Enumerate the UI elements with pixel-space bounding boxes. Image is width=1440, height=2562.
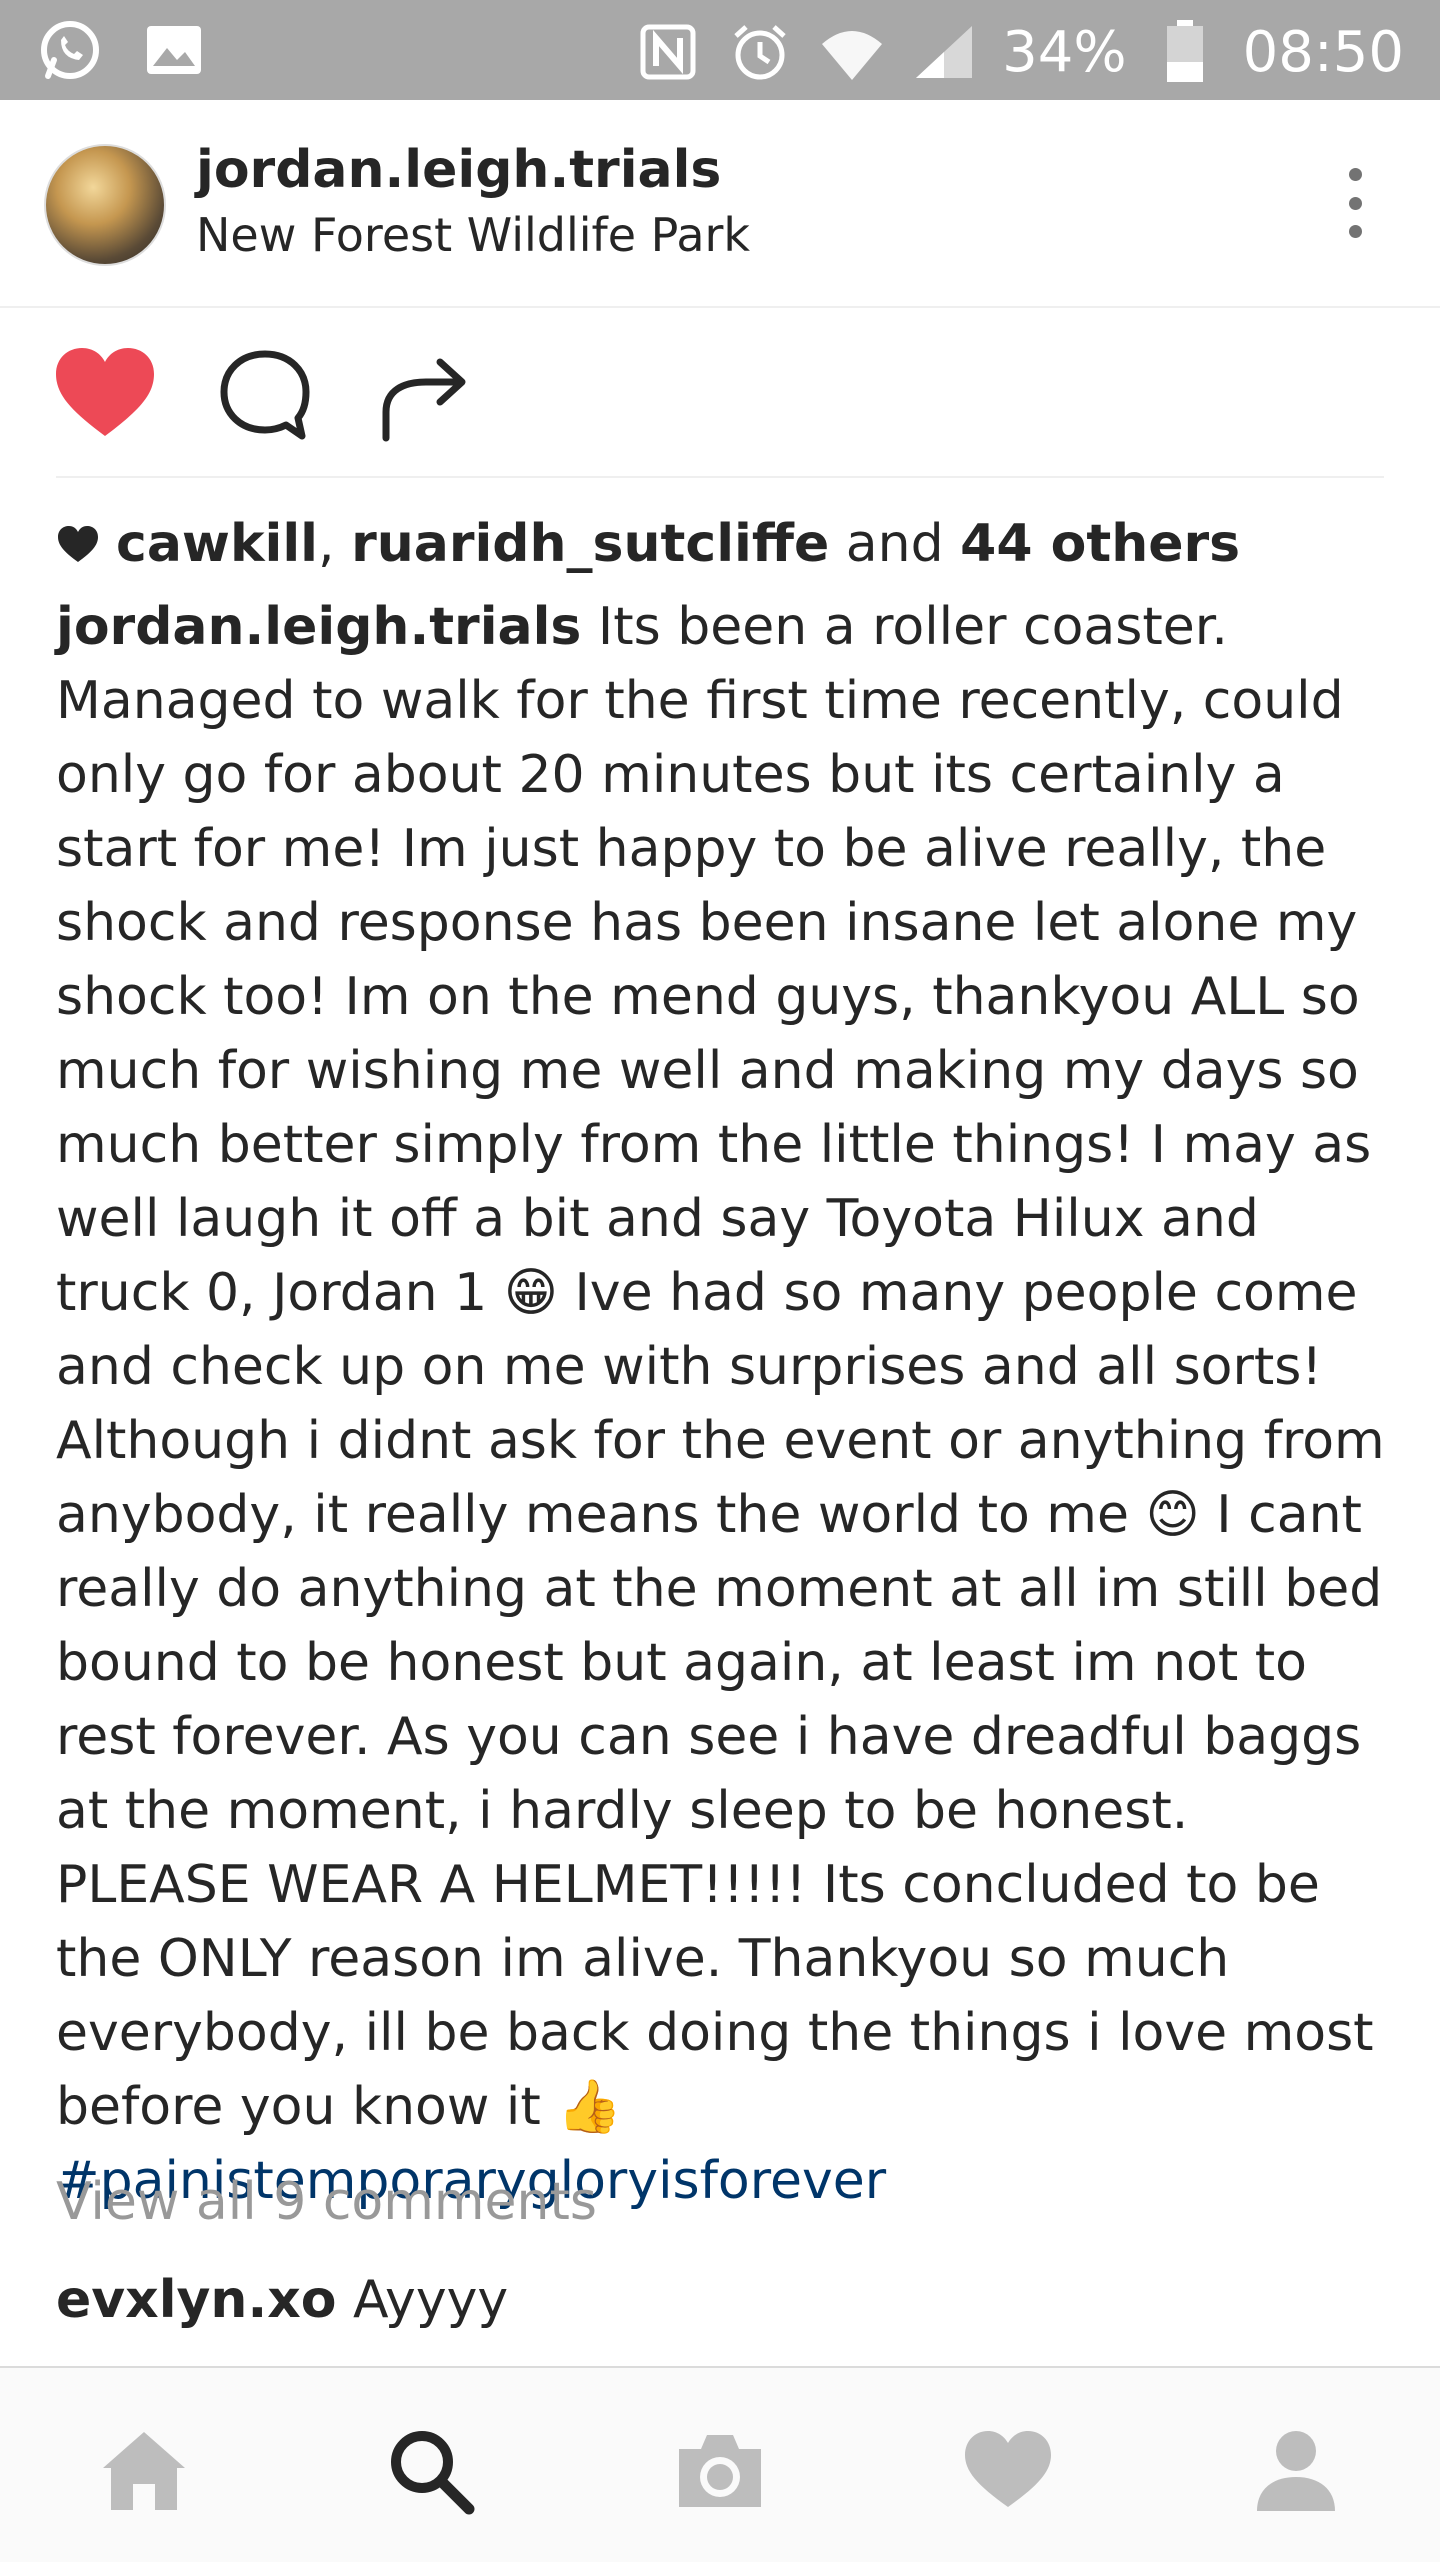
whatsapp-icon [36,16,104,84]
more-dot-icon [1348,196,1362,210]
post-username[interactable]: jordan.leigh.trials [196,140,721,200]
liker-user[interactable]: ruaridh_sutcliffe [351,514,829,574]
small-heart-icon [56,524,100,564]
activity-heart-icon[interactable] [958,2420,1058,2520]
likes-others-count[interactable]: 44 others [960,514,1240,574]
grinning-emoji-icon: 😁 [503,1263,558,1323]
post-actions [0,306,1440,476]
battery-percent: 34% [1002,19,1127,85]
like-heart-icon[interactable] [50,340,160,450]
more-dot-icon [1348,168,1362,181]
thumbs-up-emoji-icon: 👍 [557,2077,623,2137]
comment-icon[interactable] [210,340,320,450]
likes-summary[interactable]: cawkill, ruaridh_sutcliffe and 44 others [56,514,1240,574]
avatar[interactable] [44,144,166,266]
post-header: jordan.leigh.trials New Forest Wildlife … [0,100,1440,308]
battery-icon [1151,18,1219,86]
caption-text: I cant really do anything at the moment … [56,1485,1383,2137]
liker-user[interactable]: cawkill [116,514,318,574]
post-location[interactable]: New Forest Wildlife Park [196,208,750,262]
view-all-comments-link[interactable]: View all 9 comments [56,2172,597,2232]
comment-username[interactable]: evxlyn.xo [56,2270,336,2330]
caption-text: Its been a roller coaster. Managed to wa… [56,597,1372,1323]
home-icon[interactable] [94,2420,194,2520]
search-icon[interactable] [380,2420,480,2520]
comment-text: Ayyyy [353,2270,509,2330]
post-caption: jordan.leigh.trials Its been a roller co… [56,590,1396,2218]
share-icon[interactable] [370,340,480,450]
more-options-button[interactable] [1340,168,1370,238]
actions-divider [56,476,1384,478]
alarm-icon [726,18,794,86]
signal-icon [910,18,978,86]
status-bar: 34% 08:50 [0,0,1440,100]
camera-icon[interactable] [670,2420,770,2520]
profile-icon[interactable] [1246,2420,1346,2520]
smiling-emoji-icon: 😊 [1145,1485,1200,1545]
nfc-icon [634,18,702,86]
caption-username[interactable]: jordan.leigh.trials [56,597,581,657]
comment-item: evxlyn.xo Ayyyy [56,2270,508,2330]
bottom-navigation [0,2366,1440,2562]
image-icon [140,16,208,84]
more-dot-icon [1348,225,1362,238]
wifi-icon [818,18,886,86]
likes-and-text: and [845,514,944,574]
likes-separator: , [318,514,335,574]
clock-time: 08:50 [1242,19,1404,85]
